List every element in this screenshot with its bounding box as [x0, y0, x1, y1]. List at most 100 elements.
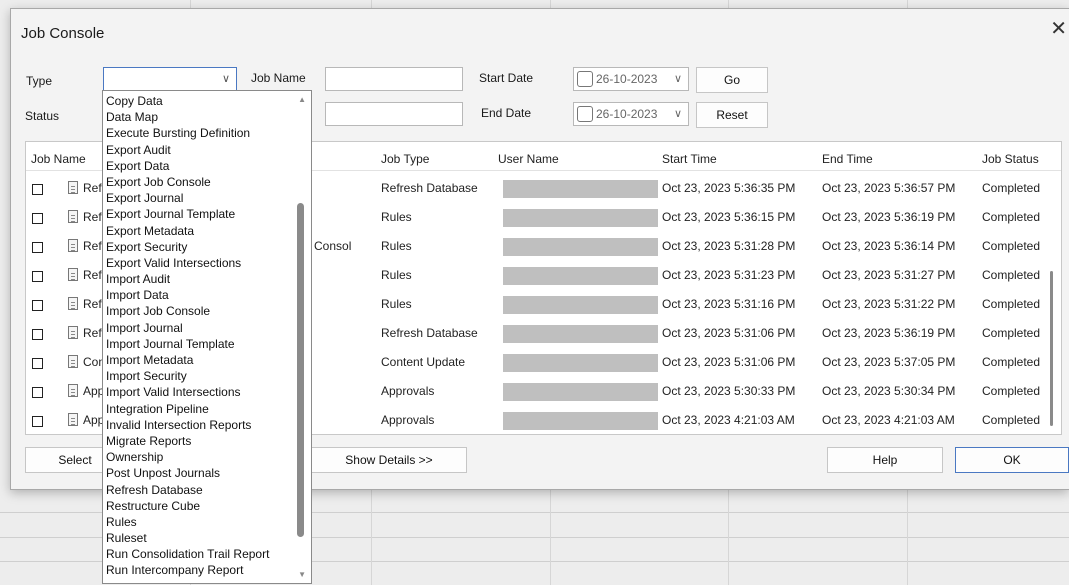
row-checkbox[interactable]	[32, 387, 43, 398]
type-option[interactable]: Import Metadata	[105, 352, 293, 368]
end-time-cell: Oct 23, 2023 5:36:19 PM	[822, 210, 956, 224]
dropdown-scrollbar-thumb[interactable]	[297, 203, 304, 537]
user-name-redacted	[503, 180, 658, 198]
job-type-cell: Rules	[381, 210, 412, 224]
type-option[interactable]: Import Audit	[105, 271, 293, 287]
type-option[interactable]: Export Data	[105, 158, 293, 174]
end-time-cell: Oct 23, 2023 4:21:03 AM	[822, 413, 955, 427]
type-combobox[interactable]: ∨	[103, 67, 237, 91]
job-status-cell: Completed	[982, 239, 1041, 253]
end-time-cell: Oct 23, 2023 5:37:05 PM	[822, 355, 956, 369]
column-header-job-name[interactable]: Job Name	[31, 152, 86, 166]
close-icon[interactable]: ✕	[1050, 19, 1067, 39]
end-time-cell: Oct 23, 2023 5:36:14 PM	[822, 239, 956, 253]
row-checkbox[interactable]	[32, 184, 43, 195]
type-option[interactable]: Execute Bursting Definition	[105, 125, 293, 141]
job-status-cell: Completed	[982, 326, 1041, 340]
job-type-cell: Rules	[381, 297, 412, 311]
calendar-icon[interactable]	[577, 106, 593, 122]
type-option[interactable]: Refresh Database	[105, 482, 293, 498]
row-checkbox[interactable]	[32, 416, 43, 427]
column-header-job-status[interactable]: Job Status	[982, 152, 1039, 166]
job-status-cell: Completed	[982, 268, 1041, 282]
document-icon	[68, 297, 78, 310]
end-date-label: End Date	[481, 106, 532, 120]
job-status-cell: Completed	[982, 355, 1041, 369]
job-name-input[interactable]	[325, 67, 463, 91]
chevron-down-icon[interactable]: ∨	[674, 68, 682, 90]
user-name-redacted	[503, 412, 658, 430]
reset-button[interactable]: Reset	[696, 102, 768, 128]
type-option[interactable]: Import Journal Template	[105, 336, 293, 352]
job-type-cell: Refresh Database	[381, 181, 478, 195]
type-option[interactable]: Import Journal	[105, 320, 293, 336]
status-input[interactable]	[325, 102, 463, 126]
type-option[interactable]: Export Job Console	[105, 174, 293, 190]
document-icon	[68, 355, 78, 368]
job-status-cell: Completed	[982, 297, 1041, 311]
column-header-user-name[interactable]: User Name	[498, 152, 559, 166]
type-option[interactable]: Migrate Reports	[105, 433, 293, 449]
end-time-cell: Oct 23, 2023 5:36:57 PM	[822, 181, 956, 195]
row-checkbox[interactable]	[32, 213, 43, 224]
help-button[interactable]: Help	[827, 447, 943, 473]
show-details-button[interactable]: Show Details >>	[311, 447, 467, 473]
job-status-cell: Completed	[982, 181, 1041, 195]
go-button[interactable]: Go	[696, 67, 768, 93]
row-checkbox[interactable]	[32, 300, 43, 311]
type-option[interactable]: Export Metadata	[105, 223, 293, 239]
type-option[interactable]: Integration Pipeline	[105, 401, 293, 417]
type-option[interactable]: Ownership	[105, 449, 293, 465]
job-type-cell: Rules	[381, 268, 412, 282]
user-name-redacted	[503, 296, 658, 314]
type-label: Type	[26, 74, 53, 88]
type-option[interactable]: Restructure Cube	[105, 498, 293, 514]
column-header-start-time[interactable]: Start Time	[662, 152, 717, 166]
type-option[interactable]: Post Unpost Journals	[105, 465, 293, 481]
job-type-cell: Refresh Database	[381, 326, 478, 340]
user-name-redacted	[503, 383, 658, 401]
type-option[interactable]: Import Job Console	[105, 303, 293, 319]
scroll-down-icon[interactable]: ▼	[298, 570, 306, 579]
table-scrollbar[interactable]	[1050, 271, 1053, 426]
user-name-redacted	[503, 209, 658, 227]
start-date-picker[interactable]: 26-10-2023 ∨	[573, 67, 689, 91]
type-option[interactable]: Import Valid Intersections	[105, 384, 293, 400]
ok-button[interactable]: OK	[955, 447, 1069, 473]
end-date-picker[interactable]: 26-10-2023 ∨	[573, 102, 689, 126]
job-type-cell: Approvals	[381, 413, 435, 427]
type-option[interactable]: Ruleset	[105, 530, 293, 546]
start-time-cell: Oct 23, 2023 4:21:03 AM	[662, 413, 795, 427]
start-time-cell: Oct 23, 2023 5:31:06 PM	[662, 355, 796, 369]
type-option[interactable]: Invalid Intersection Reports	[105, 417, 293, 433]
end-time-cell: Oct 23, 2023 5:31:27 PM	[822, 268, 956, 282]
column-header-job-type[interactable]: Job Type	[381, 152, 429, 166]
type-option[interactable]: Import Data	[105, 287, 293, 303]
row-checkbox[interactable]	[32, 242, 43, 253]
calendar-icon[interactable]	[577, 71, 593, 87]
type-option[interactable]: Copy Data	[105, 93, 293, 109]
row-checkbox[interactable]	[32, 271, 43, 282]
type-option[interactable]: Export Valid Intersections	[105, 255, 293, 271]
column-header-end-time[interactable]: End Time	[822, 152, 873, 166]
type-option[interactable]: Export Security	[105, 239, 293, 255]
job-status-cell: Completed	[982, 210, 1041, 224]
end-time-cell: Oct 23, 2023 5:36:19 PM	[822, 326, 956, 340]
row-checkbox[interactable]	[32, 329, 43, 340]
end-time-cell: Oct 23, 2023 5:30:34 PM	[822, 384, 956, 398]
type-option[interactable]: Import Security	[105, 368, 293, 384]
type-option[interactable]: Run Intercompany Report	[105, 562, 293, 578]
chevron-down-icon[interactable]: ∨	[222, 68, 230, 90]
start-time-cell: Oct 23, 2023 5:31:28 PM	[662, 239, 796, 253]
type-option[interactable]: Export Journal Template	[105, 206, 293, 222]
type-option[interactable]: Rules	[105, 514, 293, 530]
type-option[interactable]: Export Journal	[105, 190, 293, 206]
user-name-redacted	[503, 238, 658, 256]
type-option[interactable]: Run Consolidation Trail Report	[105, 546, 293, 562]
chevron-down-icon[interactable]: ∨	[674, 103, 682, 125]
row-checkbox[interactable]	[32, 358, 43, 369]
scroll-up-icon[interactable]: ▲	[298, 95, 306, 104]
end-time-cell: Oct 23, 2023 5:31:22 PM	[822, 297, 956, 311]
type-option[interactable]: Data Map	[105, 109, 293, 125]
type-option[interactable]: Export Audit	[105, 142, 293, 158]
